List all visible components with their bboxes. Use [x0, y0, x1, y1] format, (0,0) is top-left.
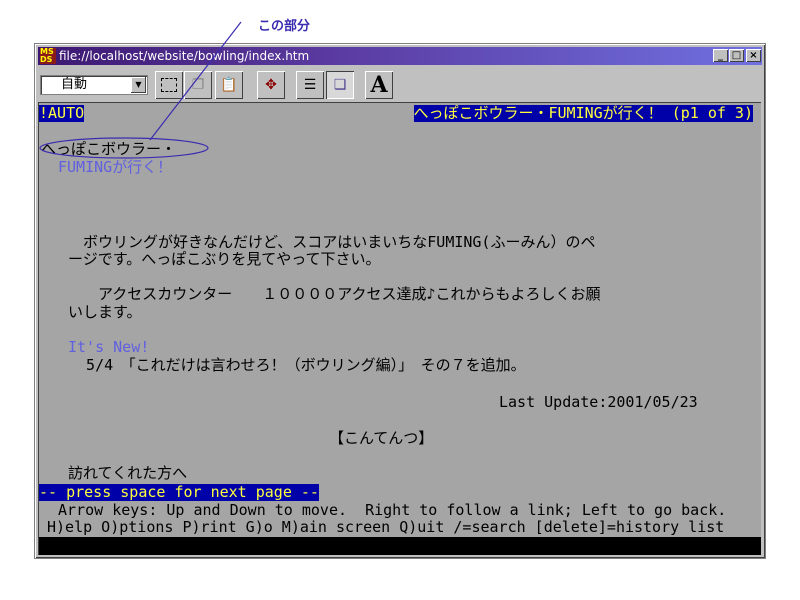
copy-button[interactable]: ❐: [184, 71, 212, 99]
page-title-status: へっぽこボウラー・FUMINGが行く！ (p1 of 3): [413, 104, 753, 122]
paste-button[interactable]: 📋: [215, 71, 243, 99]
window-button[interactable]: ❏: [326, 71, 354, 99]
copy-icon: ❐: [191, 77, 205, 93]
encoding-select[interactable]: 自動 ▼: [40, 75, 148, 95]
help-line1: Arrow keys: Up and Down to move. Right t…: [49, 501, 727, 519]
news-item: 5/4 「これだけは言わせろ！（ボウリング編）」 その７を追加。: [68, 356, 526, 374]
contents-heading: 【こんてんつ】: [329, 429, 434, 447]
chevron-down-icon[interactable]: ▼: [131, 77, 146, 93]
encoding-value: 自動: [61, 77, 88, 92]
intro-line2: ージです。へっぽこぶりを見てやって下さい。: [68, 250, 381, 268]
title-bar: MS DS file://localhost/website/bowling/in…: [38, 47, 762, 65]
intro-line1: ボウリングが好きなんだけど、スコアはいまいちなFUMING(ふーみん）のペ: [68, 233, 596, 251]
last-update: Last Update:2001/05/23: [499, 393, 698, 411]
properties-button[interactable]: ☰: [296, 71, 324, 99]
heading-line1: へっぽこボウラー・: [41, 140, 177, 158]
heading-line2[interactable]: FUMINGが行く！: [58, 159, 172, 176]
maximize-button[interactable]: □: [729, 49, 744, 62]
select-button[interactable]: [155, 71, 183, 99]
press-space-prompt: -- press space for next page --: [39, 483, 319, 501]
browser-window: MS DS file://localhost/website/bowling/in…: [34, 43, 766, 559]
command-line[interactable]: [39, 537, 761, 555]
window-icon: ❏: [333, 77, 347, 93]
app-icon: MS DS: [40, 48, 56, 64]
font-icon: A: [370, 72, 388, 98]
visitors-line: 訪れてくれた方へ: [68, 464, 188, 482]
move-icon: ✥: [265, 77, 277, 93]
font-button[interactable]: A: [365, 71, 393, 99]
counter-line2: いします。: [68, 303, 142, 321]
terminal-view: !AUTO へっぽこボウラー・FUMINGが行く！ (p1 of 3) へっぽこ…: [38, 102, 761, 555]
properties-icon: ☰: [303, 77, 317, 93]
move-button[interactable]: ✥: [257, 71, 285, 99]
annotation-label: この部分: [258, 19, 311, 34]
help-line2: H)elp O)ptions P)rint G)o M)ain screen Q…: [47, 518, 725, 536]
minimize-button[interactable]: _: [713, 49, 728, 62]
window-title: file://localhost/website/bowling/index.h…: [59, 49, 310, 63]
status-left: !AUTO: [39, 104, 85, 122]
close-button[interactable]: ×: [746, 49, 761, 62]
paste-icon: 📋: [220, 77, 238, 93]
counter-line1: アクセスカウンター １００００アクセス達成♪これからもよろしくお願: [68, 285, 601, 303]
toolbar: 自動 ▼ ❐ 📋 ✥ ☰ ❏ A: [38, 68, 762, 102]
select-icon: [161, 78, 177, 92]
its-new-link[interactable]: It's New!: [68, 339, 149, 356]
